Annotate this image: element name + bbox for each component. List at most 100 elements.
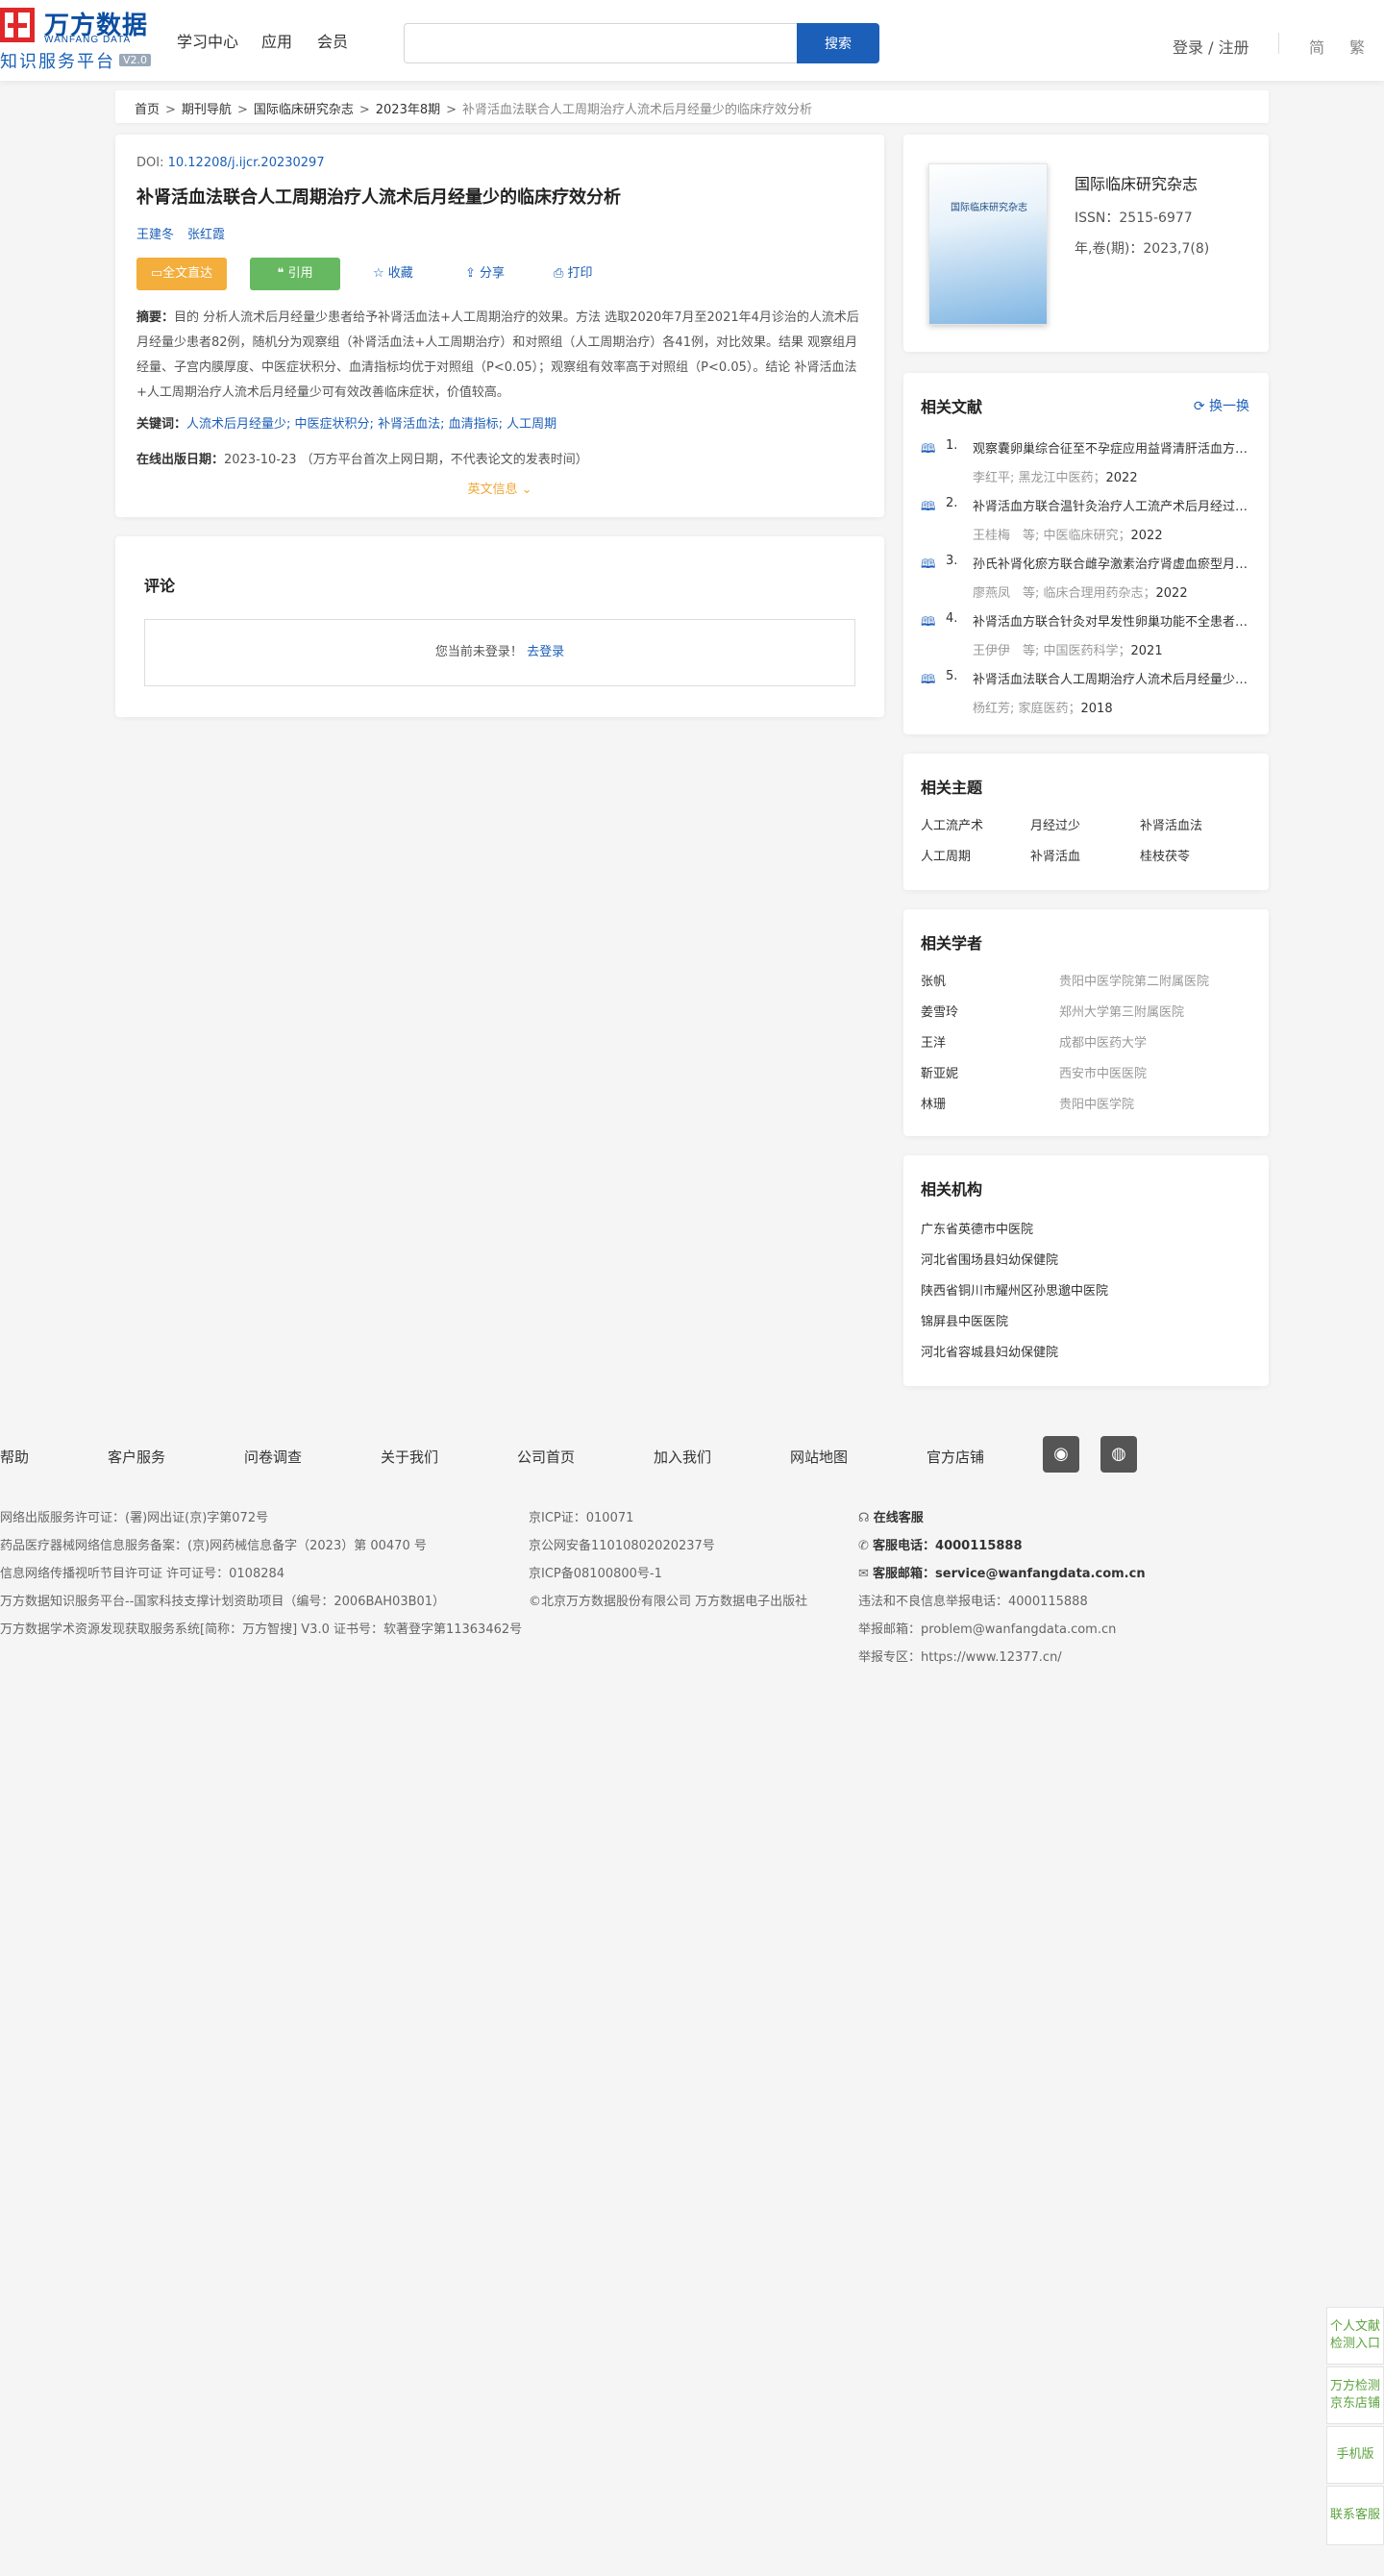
search-button[interactable]: 搜索 <box>797 23 879 63</box>
scholar-name[interactable]: 林珊 <box>921 1094 946 1112</box>
online-date: 2023-10-23 <box>224 453 297 467</box>
topic-link[interactable]: 人工流产术 <box>921 815 983 833</box>
top-header: 万方数据 WANFANG DATA 知识服务平台 V2.0 学习中心 应用 会员… <box>0 0 1384 81</box>
topic-link[interactable]: 补肾活血法 <box>1140 815 1202 833</box>
related-item-number: 1. <box>946 438 958 453</box>
print-button[interactable]: ⎙ 打印 <box>554 258 593 290</box>
wanfang-logo[interactable]: 万方数据 WANFANG DATA 知识服务平台 V2.0 <box>0 6 152 72</box>
share-button[interactable]: ⇪ 分享 <box>465 258 505 290</box>
email-address[interactable]: service@wanfangdata.com.cn <box>935 1567 1146 1581</box>
collect-button[interactable]: ☆ 收藏 <box>373 258 413 290</box>
author-link[interactable]: 王建冬 <box>136 228 174 242</box>
journal-cover[interactable]: 国际临床研究杂志 <box>928 163 1048 325</box>
scholar-name[interactable]: 姜雪玲 <box>921 1002 958 1020</box>
wechat-icon[interactable]: ◍ <box>1100 1436 1137 1473</box>
report-zone[interactable]: 举报专区：https://www.12377.cn/ <box>858 1647 1146 1674</box>
footer-join-us[interactable]: 加入我们 <box>654 1447 711 1467</box>
footer-sitemap[interactable]: 网站地图 <box>790 1447 848 1467</box>
fulltext-button[interactable]: ▭全文直达 <box>136 258 227 290</box>
refresh-button[interactable]: ⟳ 换一换 <box>1194 396 1249 415</box>
nav-learning-center[interactable]: 学习中心 <box>177 29 238 52</box>
keyword-link[interactable]: 中医症状积分; <box>295 417 374 432</box>
related-item-title[interactable]: 观察囊卵巢综合征至不孕症应用益肾清肝活血方治疗的效果 <box>973 438 1249 457</box>
related-item-source: 杨红芳; 家庭医药； <box>973 702 1081 716</box>
related-item-title[interactable]: 补肾活血方联合温针灸治疗人工流产术后月经过少的临床观察 <box>973 496 1249 514</box>
lang-traditional[interactable]: 繁 <box>1349 35 1365 58</box>
scholar-name[interactable]: 王洋 <box>921 1032 946 1051</box>
breadcrumb-issue[interactable]: 2023年8期 <box>376 103 440 117</box>
weibo-icon[interactable]: ◉ <box>1043 1436 1079 1473</box>
journal-name[interactable]: 国际临床研究杂志 <box>1075 171 1198 194</box>
scholar-org: 贵阳中医学院 <box>1059 1098 1135 1112</box>
org-link[interactable]: 河北省围场县妇幼保健院 <box>921 1250 1058 1268</box>
footer-about[interactable]: 关于我们 <box>381 1447 438 1467</box>
doi-link[interactable]: 10.12208/j.ijcr.20230297 <box>168 156 325 170</box>
book-icon: 🕮 <box>921 673 936 687</box>
related-item-year: 2018 <box>1080 702 1113 716</box>
license-line: 万方数据知识服务平台--国家科技支撑计划资助项目（编号：2006BAH03B01… <box>0 1595 446 1609</box>
breadcrumb-journals[interactable]: 期刊导航 <box>182 103 232 117</box>
star-icon: ☆ <box>373 266 388 281</box>
keywords-label: 关键词： <box>136 417 187 432</box>
float-detect-entry[interactable]: 个人文献检测入口 <box>1326 2307 1384 2365</box>
footer-survey[interactable]: 问卷调查 <box>244 1447 302 1467</box>
go-login-link[interactable]: 去登录 <box>527 645 564 659</box>
refresh-label: 换一换 <box>1209 399 1249 414</box>
related-item-title[interactable]: 补肾活血方联合针灸对早发性卵巢功能不全患者的影响 <box>973 611 1249 630</box>
keyword-link[interactable]: 人工周期 <box>507 417 556 432</box>
keyword-link[interactable]: 人流术后月经量少; <box>186 417 290 432</box>
breadcrumb-journal[interactable]: 国际临床研究杂志 <box>254 103 354 117</box>
topic-link[interactable]: 人工周期 <box>921 846 971 864</box>
online-note: （万方平台首次上网日期，不代表论文的发表时间） <box>300 453 588 467</box>
org-link[interactable]: 河北省容城县妇幼保健院 <box>921 1342 1058 1360</box>
orgs-title: 相关机构 <box>921 1180 983 1199</box>
scholar-name[interactable]: 张帆 <box>921 971 946 989</box>
english-info-toggle[interactable]: 英文信息 ⌄ <box>115 479 884 497</box>
scholar-name[interactable]: 靳亚妮 <box>921 1063 958 1081</box>
print-label: 打印 <box>567 266 593 281</box>
nav-member[interactable]: 会员 <box>317 29 348 52</box>
book-icon: 🕮 <box>921 442 936 457</box>
org-link[interactable]: 锦屏县中医医院 <box>921 1311 1008 1329</box>
keyword-link[interactable]: 血清指标; <box>449 417 503 432</box>
topic-link[interactable]: 补肾活血 <box>1030 846 1080 864</box>
search-input[interactable] <box>404 23 798 63</box>
related-item-year: 2022 <box>1105 471 1138 485</box>
footer-customer-service[interactable]: 客户服务 <box>108 1447 165 1467</box>
logo-text-en: WANFANG DATA <box>44 35 132 45</box>
scholar-org: 西安市中医医院 <box>1059 1067 1148 1081</box>
related-item-title[interactable]: 孙氏补肾化瘀方联合雌孕激素治疗肾虚血瘀型月经过少 <box>973 554 1249 572</box>
comments-card: 评论 您当前未登录！ 去登录 <box>115 536 884 717</box>
icp-line: 京公网安备11010802020237号 <box>529 1539 715 1553</box>
login-register-link[interactable]: 登录 / 注册 <box>1173 35 1249 58</box>
related-item-number: 2. <box>946 496 958 510</box>
license-line: 药品医疗器械网络信息服务备案：(京)网药械信息备字（2023）第 00470 号 <box>0 1539 427 1553</box>
cite-button[interactable]: ❝ 引用 <box>250 258 340 290</box>
cite-label: 引用 <box>287 266 313 281</box>
footer-company-home[interactable]: 公司首页 <box>517 1447 575 1467</box>
footer-icp-column: 京ICP证：010071 京公网安备11010802020237号 京ICP备0… <box>529 1507 807 1619</box>
org-link[interactable]: 广东省英德市中医院 <box>921 1219 1033 1237</box>
related-item-meta: 廖燕凤 等; 临床合理用药杂志；2022 <box>973 582 1249 601</box>
nav-apps[interactable]: 应用 <box>261 29 292 52</box>
lang-simplified[interactable]: 简 <box>1309 35 1324 58</box>
book-icon: 🕮 <box>921 500 936 514</box>
icp-line: 京ICP证：010071 <box>529 1511 634 1525</box>
online-service-link[interactable]: ☊ 在线客服 <box>858 1507 1146 1535</box>
breadcrumb-home[interactable]: 首页 <box>135 103 160 117</box>
footer-official-store[interactable]: 官方店铺 <box>927 1447 984 1467</box>
topic-link[interactable]: 月经过少 <box>1030 815 1080 833</box>
author-link[interactable]: 张红霞 <box>187 228 225 242</box>
float-mobile[interactable]: 手机版 <box>1326 2426 1384 2484</box>
footer-help[interactable]: 帮助 <box>0 1447 29 1467</box>
org-link[interactable]: 陕西省铜川市耀州区孙思邈中医院 <box>921 1280 1108 1299</box>
related-item-title[interactable]: 补肾活血法联合人工周期治疗人流术后月经量少的效果 <box>973 669 1249 687</box>
keyword-link[interactable]: 补肾活血法; <box>378 417 444 432</box>
abstract-text: 目的 分析人流术后月经量少患者给予补肾活血法+人工周期治疗的效果。方法 选取20… <box>136 310 859 400</box>
float-jd-store[interactable]: 万方检测京东店铺 <box>1326 2366 1384 2424</box>
related-literature-card: 相关文献 ⟳ 换一换 🕮 1. 观察囊卵巢综合征至不孕症应用益肾清肝活血方治疗的效果… <box>903 373 1269 734</box>
topic-link[interactable]: 桂枝茯苓 <box>1140 846 1190 864</box>
related-item-source: 廖燕凤 等; 临床合理用药杂志； <box>973 586 1156 601</box>
chevron-down-icon: ⌄ <box>521 483 532 497</box>
float-contact-service[interactable]: 联系客服 <box>1326 2486 1384 2545</box>
